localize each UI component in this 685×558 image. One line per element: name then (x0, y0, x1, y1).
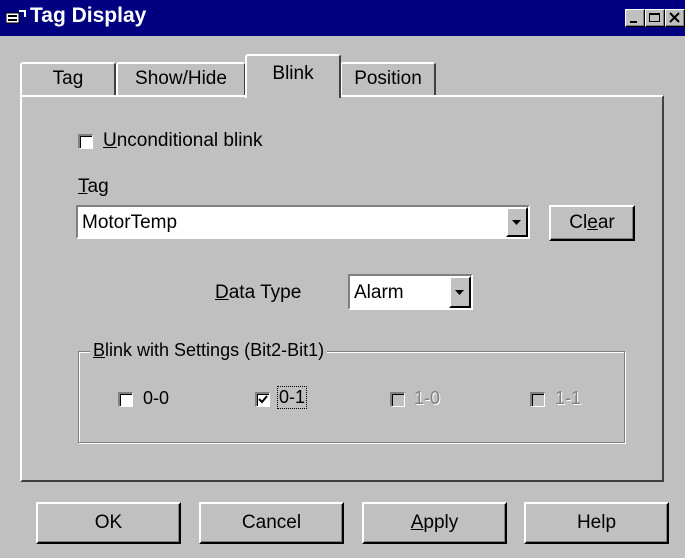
data-type-combobox[interactable]: Alarm (348, 274, 473, 310)
tab-label: Tag (52, 68, 84, 89)
window-app-icon (5, 9, 26, 25)
tab-label: Show/Hide (135, 68, 227, 89)
unconditional-blink-label[interactable]: Unconditional blink (103, 130, 263, 152)
data-type-value: Alarm (354, 282, 404, 303)
option-0-0-checkbox[interactable] (118, 392, 133, 407)
active-tab-joint (247, 95, 339, 98)
data-type-dropdown-button[interactable] (449, 276, 471, 308)
help-button[interactable]: Help (524, 502, 669, 544)
option-0-0-label[interactable]: 0-0 (143, 388, 169, 409)
minimize-icon (630, 21, 637, 23)
maximize-icon (649, 13, 660, 22)
unconditional-blink-checkbox[interactable] (78, 134, 93, 149)
option-0-1-label[interactable]: 0-1 (276, 386, 308, 409)
minimize-button[interactable] (625, 9, 645, 27)
ok-button[interactable]: OK (36, 502, 181, 544)
apply-button[interactable]: Apply (362, 502, 507, 544)
title-bar[interactable]: Tag Display (0, 0, 685, 36)
tag-label: Tag (78, 176, 109, 197)
chevron-down-icon (455, 290, 464, 295)
blink-settings-group-label: Blink with Settings (Bit2-Bit1) (90, 340, 328, 361)
tab-tag[interactable]: Tag (20, 62, 116, 96)
option-1-0-label: 1-0 (414, 388, 441, 408)
checkmark-icon (258, 395, 268, 404)
tab-label: Blink (272, 63, 314, 84)
data-type-label: Data Type (215, 282, 302, 303)
maximize-button[interactable] (645, 9, 665, 27)
option-1-1-checkbox (530, 392, 545, 407)
tab-label: Position (354, 68, 422, 89)
cancel-button[interactable]: Cancel (199, 502, 344, 544)
tag-combobox-value: MotorTemp (82, 212, 178, 233)
close-icon (669, 12, 680, 23)
tag-combobox[interactable]: MotorTemp (76, 205, 530, 239)
option-1-0-checkbox (390, 392, 405, 407)
clear-button[interactable]: Clear (549, 205, 635, 241)
close-button[interactable] (665, 9, 685, 27)
window-title: Tag Display (30, 4, 147, 27)
tab-blink[interactable]: Blink (245, 54, 341, 98)
option-0-1-checkbox[interactable] (255, 392, 270, 407)
tab-position[interactable]: Position (340, 62, 436, 96)
chevron-down-icon (512, 220, 521, 225)
option-1-1-label: 1-1 (555, 388, 582, 408)
tag-dropdown-button[interactable] (506, 207, 528, 237)
tab-show-hide[interactable]: Show/Hide (116, 62, 246, 96)
